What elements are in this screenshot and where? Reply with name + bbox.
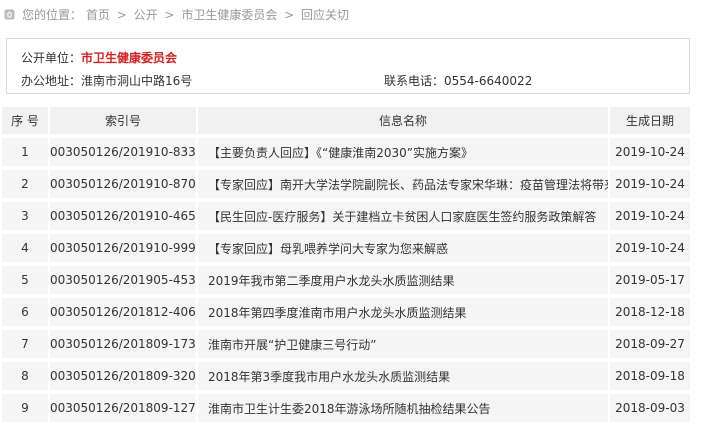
row-serial: 3 — [2, 202, 48, 230]
row-title-link[interactable]: 2018年第3季度我市用户水龙头水质监测结果 — [208, 370, 450, 384]
row-title-cell: 2018年第四季度淮南市用户水龙头水质监测结果 — [198, 298, 608, 326]
breadcrumb-current-link[interactable]: 回应关切 — [301, 8, 349, 22]
row-serial: 5 — [2, 266, 48, 294]
row-date: 2018-09-18 — [610, 362, 690, 390]
phone-label: 联系电话： — [384, 74, 445, 88]
row-serial: 7 — [2, 330, 48, 358]
phone-value: 0554-6640022 — [444, 74, 533, 88]
table-row: 7 003050126/201809-17356 淮南市开展“护卫健康三号行动” 20… — [2, 330, 690, 358]
breadcrumb-separator: > — [284, 8, 295, 22]
breadcrumb-separator: > — [164, 8, 175, 22]
info-list-table: 序 号 索引号 信息名称 生成日期 1 003050126/201910-8336… — [0, 103, 692, 426]
row-title-cell: 【民生回应-医疗服务】关于建档立卡贫困人口家庭医生签约服务政策解答 — [198, 202, 608, 230]
row-serial: 8 — [2, 362, 48, 390]
row-title-link[interactable]: 【主要负责人回应】《“健康淮南2030”实施方案》 — [208, 146, 473, 160]
row-serial: 2 — [2, 170, 48, 198]
row-title-link[interactable]: 淮南市卫生计生委2018年游泳场所随机抽检结果公告 — [208, 402, 491, 416]
address-label: 办公地址： — [21, 74, 82, 88]
row-title-cell: 2019年我市第二季度用户水龙头水质监测结果 — [198, 266, 608, 294]
table-row: 4 003050126/201910-99908 【专家回应】母乳喂养学问大专家为您… — [2, 234, 690, 262]
row-date: 2019-10-24 — [610, 138, 690, 166]
breadcrumb-separator: > — [116, 8, 127, 22]
table-row: 6 003050126/201812-40671 2018年第四季度淮南市用户水龙头… — [2, 298, 690, 326]
address-value: 淮南市洞山中路16号 — [81, 74, 193, 88]
unit-label: 公开单位： — [21, 51, 82, 65]
breadcrumb: 您的位置： 首页 > 公开 > 市卫生健康委员会 > 回应关切 — [0, 0, 711, 30]
breadcrumb-public-link[interactable]: 公开 — [134, 8, 158, 22]
row-date: 2019-10-24 — [610, 170, 690, 198]
row-title-link[interactable]: 淮南市开展“护卫健康三号行动” — [208, 338, 376, 352]
header-index: 索引号 — [50, 107, 196, 134]
row-serial: 6 — [2, 298, 48, 326]
phone-row: 联系电话：0554-6640022 — [384, 72, 532, 89]
row-index-number: 003050126/201910-87066 — [50, 170, 196, 198]
table-header-row: 序 号 索引号 信息名称 生成日期 — [2, 107, 690, 134]
row-title-cell: 淮南市开展“护卫健康三号行动” — [198, 330, 608, 358]
row-serial: 9 — [2, 394, 48, 422]
address-row: 办公地址：淮南市洞山中路16号 — [21, 72, 192, 89]
table-row: 5 003050126/201905-45348 2019年我市第二季度用户水龙头水… — [2, 266, 690, 294]
row-index-number: 003050126/201809-17356 — [50, 330, 196, 358]
home-icon — [4, 9, 15, 20]
table-row: 2 003050126/201910-87066 【专家回应】南开大学法学院副院长、… — [2, 170, 690, 198]
row-title-link[interactable]: 2018年第四季度淮南市用户水龙头水质监测结果 — [208, 306, 467, 320]
row-index-number: 003050126/201812-40671 — [50, 298, 196, 326]
row-date: 2019-10-24 — [610, 202, 690, 230]
table-row: 9 003050126/201809-12761 淮南市卫生计生委2018年游泳场所… — [2, 394, 690, 422]
header-title: 信息名称 — [198, 107, 608, 134]
row-title-link[interactable]: 2019年我市第二季度用户水龙头水质监测结果 — [208, 274, 455, 288]
table-row: 8 003050126/201809-32021 2018年第3季度我市用户水龙头水… — [2, 362, 690, 390]
breadcrumb-commission-link[interactable]: 市卫生健康委员会 — [181, 8, 277, 22]
row-title-cell: 【专家回应】南开大学法学院副院长、药品法专家宋华琳：疫苗管理法将带来哪些变化 — [198, 170, 608, 198]
row-title-link[interactable]: 【专家回应】南开大学法学院副院长、药品法专家宋华琳：疫苗管理法将带来哪些变化 — [208, 178, 608, 192]
unit-row: 公开单位：市卫生健康委员会 — [21, 49, 177, 66]
row-index-number: 003050126/201910-83366 — [50, 138, 196, 166]
row-serial: 4 — [2, 234, 48, 262]
breadcrumb-prefix: 您的位置： — [22, 8, 83, 22]
unit-info-box: 公开单位：市卫生健康委员会 办公地址：淮南市洞山中路16号 联系电话：0554-… — [6, 38, 690, 94]
row-title-cell: 淮南市卫生计生委2018年游泳场所随机抽检结果公告 — [198, 394, 608, 422]
row-date: 2018-09-03 — [610, 394, 690, 422]
table-row: 1 003050126/201910-83366 【主要负责人回应】《“健康淮南20… — [2, 138, 690, 166]
row-title-link[interactable]: 【民生回应-医疗服务】关于建档立卡贫困人口家庭医生签约服务政策解答 — [208, 210, 596, 224]
row-index-number: 003050126/201905-45348 — [50, 266, 196, 294]
breadcrumb-home-link[interactable]: 首页 — [86, 8, 110, 22]
row-title-cell: 【专家回应】母乳喂养学问大专家为您来解惑 — [198, 234, 608, 262]
row-index-number: 003050126/201809-32021 — [50, 362, 196, 390]
row-date: 2018-12-18 — [610, 298, 690, 326]
row-date: 2018-09-27 — [610, 330, 690, 358]
row-title-cell: 2018年第3季度我市用户水龙头水质监测结果 — [198, 362, 608, 390]
row-title-cell: 【主要负责人回应】《“健康淮南2030”实施方案》 — [198, 138, 608, 166]
row-date: 2019-10-24 — [610, 234, 690, 262]
header-serial: 序 号 — [2, 107, 48, 134]
row-date: 2019-05-17 — [610, 266, 690, 294]
unit-value: 市卫生健康委员会 — [81, 51, 178, 65]
row-title-link[interactable]: 【专家回应】母乳喂养学问大专家为您来解惑 — [208, 242, 448, 256]
row-serial: 1 — [2, 138, 48, 166]
row-index-number: 003050126/201910-46524 — [50, 202, 196, 230]
row-index-number: 003050126/201910-99908 — [50, 234, 196, 262]
header-date: 生成日期 — [610, 107, 690, 134]
row-index-number: 003050126/201809-12761 — [50, 394, 196, 422]
table-row: 3 003050126/201910-46524 【民生回应-医疗服务】关于建档立卡… — [2, 202, 690, 230]
